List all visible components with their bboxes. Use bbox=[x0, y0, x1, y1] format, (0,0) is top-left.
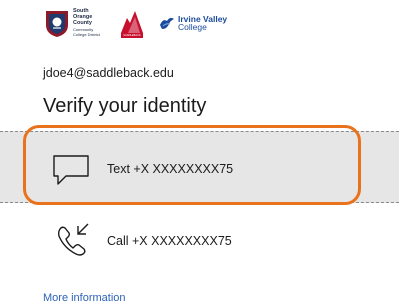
saddleback-mountain-icon bbox=[121, 11, 143, 33]
ivc-logo: Irvine Valley College bbox=[159, 14, 227, 32]
text-verification-option[interactable]: Text +X XXXXXXXX75 bbox=[0, 131, 399, 203]
institution-logos: South Orange County Community College Di… bbox=[44, 6, 227, 42]
socccd-crest-icon bbox=[46, 11, 68, 37]
more-information-link[interactable]: More information bbox=[43, 292, 126, 304]
sms-message-icon bbox=[53, 155, 89, 185]
socccd-line-3: County bbox=[73, 20, 92, 27]
phone-call-icon bbox=[57, 223, 89, 256]
call-option-label: Call +X XXXXXXXX75 bbox=[107, 234, 232, 248]
socccd-logo: South Orange County Community College Di… bbox=[44, 8, 103, 38]
ivc-line-2: College bbox=[178, 22, 207, 32]
account-email: jdoe4@saddleback.edu bbox=[43, 66, 174, 80]
text-option-label: Text +X XXXXXXXX75 bbox=[107, 162, 234, 176]
saddleback-caption: SADDLEBACK COLLEGE bbox=[123, 34, 141, 42]
ivc-bird-icon bbox=[160, 17, 174, 29]
page-title: Verify your identity bbox=[43, 95, 207, 117]
saddleback-logo: SADDLEBACK COLLEGE bbox=[121, 8, 143, 42]
socccd-sub-2: College District bbox=[73, 32, 100, 37]
call-verification-option[interactable]: Call +X XXXXXXXX75 bbox=[0, 205, 399, 277]
